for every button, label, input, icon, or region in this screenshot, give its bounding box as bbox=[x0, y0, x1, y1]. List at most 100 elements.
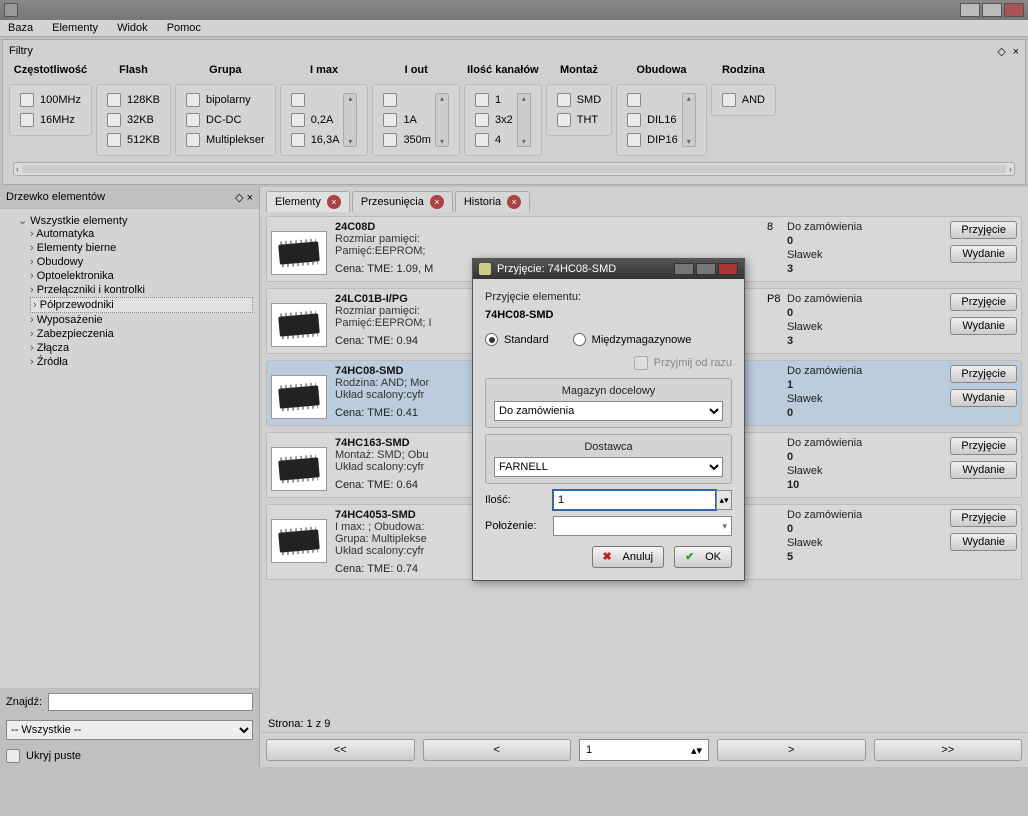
tree-node[interactable]: Obudowy bbox=[30, 255, 253, 269]
checkbox[interactable] bbox=[186, 93, 200, 107]
tab-elementy[interactable]: Elementy× bbox=[266, 191, 350, 212]
checkbox[interactable] bbox=[557, 113, 571, 127]
receive-button[interactable]: Przyjęcie bbox=[950, 365, 1017, 383]
filter-option[interactable]: 1 bbox=[475, 93, 501, 107]
checkbox[interactable] bbox=[291, 93, 305, 107]
tree-filter-select[interactable]: -- Wszystkie -- bbox=[6, 720, 253, 740]
close-icon[interactable]: × bbox=[327, 195, 341, 209]
tree-node[interactable]: Źródła bbox=[30, 355, 253, 369]
checkbox[interactable] bbox=[475, 93, 489, 107]
checkbox[interactable] bbox=[722, 93, 736, 107]
receive-button[interactable]: Przyjęcie bbox=[950, 437, 1017, 455]
window-max-icon[interactable] bbox=[982, 3, 1002, 17]
radio-standard[interactable]: Standard bbox=[485, 333, 549, 346]
checkbox[interactable] bbox=[291, 113, 305, 127]
cancel-button[interactable]: ✖Anuluj bbox=[592, 546, 665, 568]
tree-node[interactable]: Automatyka bbox=[30, 227, 253, 241]
pager-next-button[interactable]: > bbox=[717, 739, 866, 761]
close-icon[interactable]: × bbox=[430, 195, 444, 209]
filter-option[interactable]: DIL16 bbox=[627, 113, 676, 127]
filter-option[interactable]: Multiplekser bbox=[186, 133, 265, 147]
filter-option[interactable] bbox=[383, 93, 403, 107]
filter-option[interactable]: 3x2 bbox=[475, 113, 513, 127]
pager-last-button[interactable]: >> bbox=[874, 739, 1023, 761]
filter-option[interactable]: DC-DC bbox=[186, 113, 241, 127]
hide-empty-checkbox[interactable] bbox=[6, 749, 20, 763]
pager-prev-button[interactable]: < bbox=[423, 739, 572, 761]
filter-option[interactable]: 350m bbox=[383, 133, 431, 147]
qty-input[interactable] bbox=[553, 490, 716, 510]
window-close-icon[interactable] bbox=[1004, 3, 1024, 17]
dialog-titlebar[interactable]: Przyjęcie: 74HC08-SMD bbox=[473, 259, 744, 279]
receive-button[interactable]: Przyjęcie bbox=[950, 221, 1017, 239]
filter-scroll[interactable]: ▴▾ bbox=[682, 93, 696, 147]
window-min-icon[interactable] bbox=[960, 3, 980, 17]
filter-option[interactable]: 128KB bbox=[107, 93, 160, 107]
menu-widok[interactable]: Widok bbox=[117, 22, 148, 34]
tree-node[interactable]: Półprzewodniki bbox=[30, 297, 253, 313]
checkbox[interactable] bbox=[186, 133, 200, 147]
pager-first-button[interactable]: << bbox=[266, 739, 415, 761]
filter-option[interactable] bbox=[291, 93, 311, 107]
receive-button[interactable]: Przyjęcie bbox=[950, 293, 1017, 311]
tree-node[interactable]: Optoelektronika bbox=[30, 269, 253, 283]
tree-node[interactable]: Wyposażenie bbox=[30, 313, 253, 327]
element-tree[interactable]: Wszystkie elementy AutomatykaElementy bi… bbox=[0, 209, 259, 688]
filter-option[interactable]: bipolarny bbox=[186, 93, 251, 107]
checkbox[interactable] bbox=[627, 93, 641, 107]
filter-scroll[interactable]: ▴▾ bbox=[435, 93, 449, 147]
filter-option[interactable]: DIP16 bbox=[627, 133, 678, 147]
checkbox[interactable] bbox=[107, 113, 121, 127]
tree-node[interactable]: Zabezpieczenia bbox=[30, 327, 253, 341]
filter-option[interactable]: 1A bbox=[383, 113, 416, 127]
checkbox[interactable] bbox=[557, 93, 571, 107]
filter-scroll[interactable]: ▴▾ bbox=[343, 93, 357, 147]
close-icon[interactable]: × bbox=[507, 195, 521, 209]
filter-option[interactable]: 512KB bbox=[107, 133, 160, 147]
checkbox[interactable] bbox=[107, 93, 121, 107]
checkbox[interactable] bbox=[107, 133, 121, 147]
filter-option[interactable]: 16,3A bbox=[291, 133, 340, 147]
filter-option[interactable]: 32KB bbox=[107, 113, 154, 127]
issue-button[interactable]: Wydanie bbox=[950, 461, 1017, 479]
filters-undock-icon[interactable]: ◇ bbox=[997, 46, 1005, 58]
checkbox[interactable] bbox=[475, 133, 489, 147]
checkbox[interactable] bbox=[383, 93, 397, 107]
menu-baza[interactable]: Baza bbox=[8, 22, 33, 34]
issue-button[interactable]: Wydanie bbox=[950, 533, 1017, 551]
filters-hscroll[interactable]: ‹› bbox=[13, 162, 1015, 176]
filter-option[interactable]: THT bbox=[557, 113, 598, 127]
issue-button[interactable]: Wydanie bbox=[950, 245, 1017, 263]
checkbox[interactable] bbox=[627, 133, 641, 147]
filters-close-icon[interactable]: × bbox=[1013, 46, 1019, 58]
filter-option[interactable]: SMD bbox=[557, 93, 601, 107]
issue-button[interactable]: Wydanie bbox=[950, 389, 1017, 407]
checkbox[interactable] bbox=[475, 113, 489, 127]
filter-option[interactable]: AND bbox=[722, 93, 765, 107]
pos-combo[interactable]: ▾ bbox=[553, 516, 732, 536]
filter-option[interactable]: 4 bbox=[475, 133, 501, 147]
menu-pomoc[interactable]: Pomoc bbox=[167, 22, 201, 34]
dialog-max-icon[interactable] bbox=[696, 263, 716, 275]
target-select[interactable]: Do zamówienia bbox=[494, 401, 723, 421]
checkbox[interactable] bbox=[186, 113, 200, 127]
checkbox[interactable] bbox=[20, 113, 34, 127]
filter-option[interactable] bbox=[627, 93, 647, 107]
tree-node[interactable]: Złącza bbox=[30, 341, 253, 355]
supplier-select[interactable]: FARNELL bbox=[494, 457, 723, 477]
checkbox[interactable] bbox=[20, 93, 34, 107]
receive-button[interactable]: Przyjęcie bbox=[950, 509, 1017, 527]
filter-option[interactable]: 100MHz bbox=[20, 93, 81, 107]
tab-historia[interactable]: Historia× bbox=[455, 191, 530, 212]
menu-elementy[interactable]: Elementy bbox=[52, 22, 98, 34]
dialog-close-icon[interactable] bbox=[718, 263, 738, 275]
tab-przesuniecia[interactable]: Przesunięcia× bbox=[352, 191, 453, 212]
tree-node[interactable]: Przełączniki i kontrolki bbox=[30, 283, 253, 297]
find-input[interactable] bbox=[48, 693, 253, 711]
checkbox[interactable] bbox=[383, 133, 397, 147]
filter-scroll[interactable]: ▴▾ bbox=[517, 93, 531, 147]
checkbox[interactable] bbox=[291, 133, 305, 147]
ok-button[interactable]: ✔OK bbox=[674, 546, 732, 568]
filter-option[interactable]: 16MHz bbox=[20, 113, 75, 127]
tree-undock-icon[interactable]: ◇ bbox=[235, 192, 243, 204]
